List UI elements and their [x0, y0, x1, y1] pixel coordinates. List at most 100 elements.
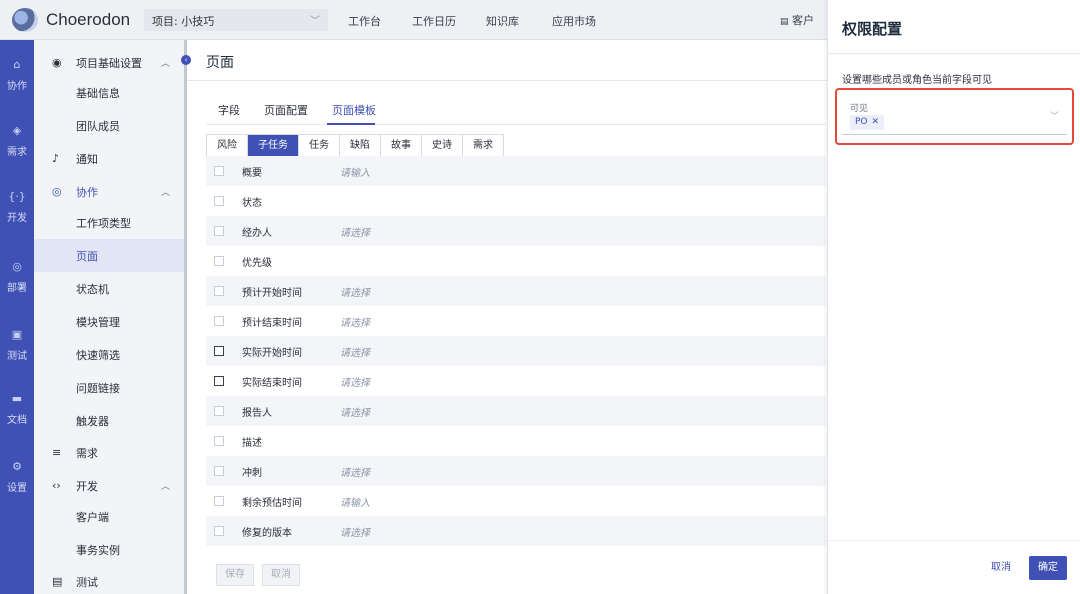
row-checkbox[interactable] [214, 286, 224, 296]
tab-active-indicator [327, 123, 375, 125]
drawer-confirm-button[interactable]: 确定 [1029, 556, 1067, 580]
rail-item-test[interactable]: ▣ 测试 [0, 328, 34, 362]
drawer-title: 权限配置 [842, 20, 903, 38]
row-checkbox[interactable] [214, 346, 224, 356]
nav-work-calendar[interactable]: 工作日历 [412, 13, 456, 29]
table-row: 优先级 [206, 246, 826, 276]
project-name: 项目: 小技巧 [152, 15, 215, 28]
issue-type-tabs: 风险 子任务 任务 缺陷 故事 史诗 需求 [206, 134, 504, 157]
menu-tx-instance[interactable]: 事务实例 [34, 533, 184, 566]
menu-issue-link[interactable]: 问题链接 [34, 371, 184, 404]
palette-icon: ◉ [52, 56, 62, 69]
chevron-up-icon: ︿ [160, 188, 170, 198]
select-label: 可见 [850, 104, 869, 114]
divider [828, 540, 1080, 541]
app-logo[interactable]: Choerodon [12, 8, 130, 32]
collab-icon: ⌂ [13, 58, 21, 71]
chevron-down-icon: ﹀ [1049, 112, 1059, 122]
deploy-icon: ◎ [12, 260, 22, 273]
table-row: 状态 [206, 186, 826, 216]
nav-knowledge-base[interactable]: 知识库 [486, 13, 519, 29]
subtab-demand[interactable]: 需求 [463, 135, 503, 156]
nav-workbench[interactable]: 工作台 [348, 13, 381, 29]
subtab-bug[interactable]: 缺陷 [340, 135, 381, 156]
subtab-task[interactable]: 任务 [299, 135, 340, 156]
table-row: 实际开始时间 请选择 [206, 336, 826, 366]
table-row: 预计结束时间 请选择 [206, 306, 826, 336]
tab-fields[interactable]: 字段 [218, 102, 240, 118]
list-icon: ≡ [52, 446, 62, 459]
table-row: 实际结束时间 请选择 [206, 366, 826, 396]
tab-page-config[interactable]: 页面配置 [264, 102, 308, 118]
clipboard-icon: ▣ [11, 328, 23, 341]
menu-quick-filter[interactable]: 快速筛选 [34, 338, 184, 371]
page-tabs: 字段 页面配置 页面模板 [218, 102, 400, 118]
side-menu: ◉ 项目基础设置 ︿ 基础信息 团队成员 ♪ 通知 ◎ 协作 ︿ 工作项类型 页… [34, 40, 184, 594]
rail-item-docs[interactable]: ▬ 文档 [0, 392, 34, 426]
menu-project-settings[interactable]: ◉ 项目基础设置 ︿ [34, 46, 184, 79]
subtab-subtask[interactable]: 子任务 [248, 135, 299, 156]
row-checkbox[interactable] [214, 496, 224, 506]
rail-item-demand[interactable]: ◈ 需求 [0, 124, 34, 158]
menu-trigger[interactable]: 触发器 [34, 404, 184, 437]
menu-state-machine[interactable]: 状态机 [34, 272, 184, 305]
row-checkbox[interactable] [214, 466, 224, 476]
drawer-cancel-button[interactable]: 取消 [982, 556, 1020, 580]
project-selector[interactable]: 项目: 小技巧 ﹀ [144, 9, 328, 31]
menu-dev[interactable]: ‹› 开发 ︿ [34, 469, 184, 502]
table-row: 经办人 请选择 [206, 216, 826, 246]
table-row: 修复的版本 请选择 [206, 516, 826, 546]
collapse-icon[interactable]: ‹ [181, 55, 191, 65]
row-checkbox[interactable] [214, 196, 224, 206]
menu-collab[interactable]: ◎ 协作 ︿ [34, 175, 184, 208]
menu-demand[interactable]: ≡ 需求 [34, 436, 184, 469]
logo-icon [12, 8, 38, 32]
chevron-down-icon: ﹀ [310, 16, 320, 27]
layers-icon: ◈ [12, 124, 22, 137]
row-checkbox[interactable] [214, 256, 224, 266]
rail-item-collab[interactable]: ⌂ 协作 [0, 58, 34, 92]
tab-page-template[interactable]: 页面模板 [332, 102, 376, 118]
cancel-button[interactable]: 取消 [262, 564, 300, 586]
menu-issue-types[interactable]: 工作项类型 [34, 206, 184, 239]
test-icon: ▤ [52, 575, 63, 588]
row-checkbox[interactable] [214, 406, 224, 416]
nav-app-market[interactable]: 应用市场 [552, 13, 596, 29]
row-checkbox[interactable] [214, 436, 224, 446]
rail-item-dev[interactable]: {·} 开发 [0, 190, 34, 224]
row-checkbox[interactable] [214, 376, 224, 386]
menu-notify[interactable]: ♪ 通知 [34, 142, 184, 175]
menu-test[interactable]: ▤ 测试 [34, 565, 184, 594]
visible-select[interactable]: 可见 PO ✕ ﹀ [842, 95, 1067, 135]
code-icon: ‹› [52, 479, 61, 492]
table-row: 预计开始时间 请选择 [206, 276, 826, 306]
tab-divider [206, 124, 826, 125]
client-icon: ▤ [780, 17, 789, 27]
subtab-story[interactable]: 故事 [381, 135, 422, 156]
subtab-risk[interactable]: 风险 [207, 135, 248, 156]
subtab-epic[interactable]: 史诗 [422, 135, 463, 156]
rail-item-deploy[interactable]: ◎ 部署 [0, 260, 34, 294]
left-rail: ⌂ 协作 ◈ 需求 {·} 开发 ◎ 部署 ▣ 测试 ▬ 文档 ⚙ 设置 [0, 40, 34, 594]
row-checkbox[interactable] [214, 526, 224, 536]
menu-module-mgmt[interactable]: 模块管理 [34, 305, 184, 338]
client-tab[interactable]: ▤ 客户 [780, 12, 814, 28]
menu-team-members[interactable]: 团队成员 [34, 109, 184, 142]
save-button[interactable]: 保存 [216, 564, 254, 586]
menu-client[interactable]: 客户端 [34, 500, 184, 533]
close-icon[interactable]: ✕ [872, 115, 880, 130]
selected-tag: PO ✕ [850, 115, 885, 130]
drawer-description: 设置哪些成员或角色当前字段可见 [842, 75, 992, 86]
divider [187, 80, 827, 81]
rail-item-settings[interactable]: ⚙ 设置 [0, 460, 34, 494]
bell-icon: ♪ [52, 152, 60, 165]
menu-page[interactable]: 页面 [34, 239, 184, 272]
row-checkbox[interactable] [214, 226, 224, 236]
permission-drawer: 权限配置 设置哪些成员或角色当前字段可见 可见 PO ✕ ﹀ 取消 确定 [827, 0, 1080, 594]
code-icon: {·} [8, 190, 26, 203]
table-row: 冲刺 请选择 [206, 456, 826, 486]
divider [828, 53, 1080, 54]
row-checkbox[interactable] [214, 166, 224, 176]
menu-basic-info[interactable]: 基础信息 [34, 76, 184, 109]
row-checkbox[interactable] [214, 316, 224, 326]
